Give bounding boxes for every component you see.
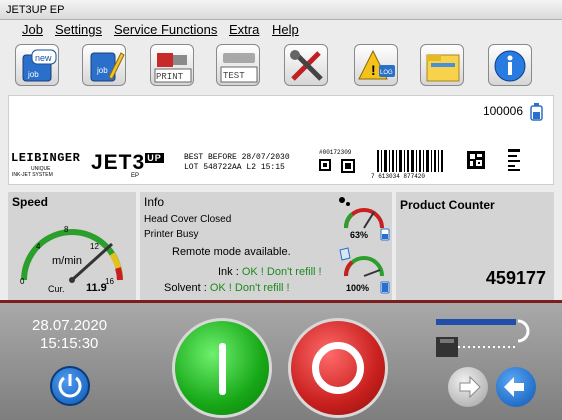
- start-icon: [219, 343, 226, 395]
- brand-name: LEIBINGER: [11, 151, 81, 165]
- svg-text:TEST: TEST: [223, 71, 245, 81]
- product-counter-value: 459177: [485, 268, 546, 288]
- solvent-level: 100%: [346, 283, 370, 293]
- ink-bottle-icon: [530, 103, 543, 121]
- new-job-button[interactable]: new job: [15, 44, 59, 86]
- solvent-tank-icon: [380, 281, 390, 294]
- speed-tick-8: 8: [64, 225, 69, 234]
- svg-text:job: job: [96, 66, 108, 75]
- speed-current-value: 11.9: [86, 282, 107, 294]
- toolbar: new job job PRINT TEST ! LOG: [0, 40, 562, 90]
- speed-panel: Speed 0 4 8 12 16 m/min Cur. 11.9: [8, 192, 136, 300]
- nozzle-status-icon: [436, 319, 530, 357]
- folder-button[interactable]: [420, 44, 464, 86]
- speed-tick-4: 4: [36, 242, 41, 251]
- menu-job[interactable]: Job: [22, 20, 43, 40]
- print-preview: 100006 LEIBINGER UNIQUE INK-JET SYSTEM J…: [8, 95, 554, 185]
- warning-log-icon: ! LOG: [358, 49, 395, 80]
- service-tools-button[interactable]: [284, 44, 328, 86]
- power-button[interactable]: [50, 366, 90, 406]
- solvent-status-line: Solvent : OK ! Don't refill !: [164, 282, 290, 294]
- log-button[interactable]: ! LOG: [354, 44, 398, 86]
- menu-help[interactable]: Help: [272, 20, 299, 40]
- matrix-code-graphic: [467, 151, 485, 169]
- info-line1: Head Cover Closed: [144, 214, 232, 225]
- speed-current-label: Cur.: [48, 284, 65, 294]
- arrow-left-icon: [504, 377, 524, 397]
- ink-level: 63%: [350, 230, 369, 240]
- solvent-level-gauge: [339, 247, 384, 277]
- product-counter-panel: Product Counter 459177: [396, 192, 554, 300]
- folder-icon: [426, 54, 460, 82]
- info-button[interactable]: [488, 44, 532, 86]
- logo-sup: UP: [145, 153, 164, 163]
- info-icon: [494, 50, 526, 82]
- svg-text:job: job: [27, 70, 39, 79]
- best-before-line: BEST BEFORE 28/07/2030: [184, 153, 290, 162]
- forward-button[interactable]: [448, 367, 488, 407]
- solvent-bottle-icon: [339, 247, 351, 261]
- barcode-number: 7 613034 877420: [371, 173, 426, 180]
- speed-tick-0: 0: [20, 277, 25, 286]
- svg-text:!: !: [371, 62, 376, 78]
- svg-text:new: new: [35, 53, 52, 63]
- ink-tank-icon: [380, 228, 390, 241]
- ink-status-line: Ink : OK ! Don't refill !: [186, 266, 322, 278]
- menu-bar: Job Settings Service Functions Extra Hel…: [0, 20, 562, 40]
- edit-job-icon: job: [90, 52, 125, 82]
- menu-service-functions[interactable]: Service Functions: [114, 20, 217, 40]
- status-date: 28.07.2020: [32, 317, 108, 334]
- stop-icon: [312, 342, 364, 394]
- jet3-logo: JET3 UP: [91, 151, 164, 175]
- speed-gauge: [21, 229, 123, 283]
- svg-text:LOG: LOG: [380, 70, 393, 76]
- edit-job-button[interactable]: job: [82, 44, 126, 86]
- print-icon: PRINT: [154, 53, 192, 83]
- speed-title: Speed: [12, 195, 49, 209]
- barcode-graphic: [377, 150, 443, 172]
- ink-drop-icon: [339, 197, 345, 203]
- logo-text: JET3: [91, 151, 146, 174]
- code-number: #00172309: [319, 149, 352, 156]
- menu-settings[interactable]: Settings: [55, 20, 102, 40]
- remote-mode-text: Remote mode available.: [172, 246, 291, 258]
- stop-print-button[interactable]: [288, 318, 388, 418]
- info-title: Info: [144, 195, 165, 209]
- speed-unit: m/min: [52, 255, 82, 267]
- speed-tick-12: 12: [90, 242, 99, 251]
- logo-sub: EP: [131, 173, 140, 179]
- lot-line: LOT 548722AA L2 15:15: [184, 163, 285, 172]
- start-print-button[interactable]: [172, 318, 272, 418]
- print-counter: 100006: [482, 104, 523, 118]
- arrow-right-icon: [459, 375, 481, 399]
- small-code-graphic: [507, 148, 521, 172]
- ink-status: OK ! Don't refill !: [241, 266, 322, 278]
- window-title: JET3UP EP: [0, 0, 562, 20]
- ink-label: Ink :: [218, 266, 242, 278]
- tools-icon: [290, 50, 323, 81]
- solvent-label: Solvent :: [164, 282, 210, 294]
- brand-tag2: INK-JET SYSTEM: [12, 172, 53, 178]
- product-counter-title: Product Counter: [400, 198, 495, 212]
- control-bar: 28.07.2020 15:15:30: [0, 300, 562, 420]
- back-button[interactable]: [496, 367, 536, 407]
- menu-extra[interactable]: Extra: [229, 20, 259, 40]
- test-icon: TEST: [220, 53, 258, 83]
- print-button[interactable]: PRINT: [150, 44, 194, 86]
- qr-code-graphic: [319, 159, 355, 173]
- new-job-icon: new job: [22, 49, 57, 82]
- info-line2: Printer Busy: [144, 229, 199, 240]
- svg-text:PRINT: PRINT: [156, 72, 184, 82]
- test-button[interactable]: TEST: [216, 44, 260, 86]
- solvent-status: OK ! Don't refill !: [209, 282, 290, 294]
- status-time: 15:15:30: [40, 335, 99, 352]
- info-panel: Info Head Cover Closed Printer Busy Remo…: [140, 192, 392, 300]
- power-icon: [58, 374, 82, 398]
